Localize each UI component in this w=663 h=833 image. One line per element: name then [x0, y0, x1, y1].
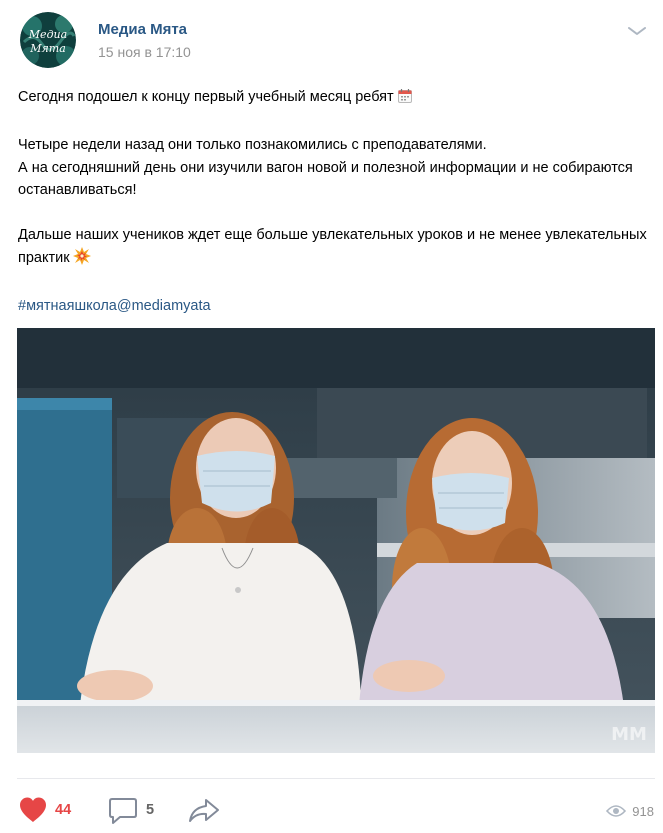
post-date[interactable]: 15 ноя в 17:10	[98, 44, 191, 60]
post-menu-button[interactable]	[625, 22, 649, 40]
like-count: 44	[55, 802, 72, 818]
like-button[interactable]: 44	[18, 795, 82, 825]
comment-count: 5	[146, 802, 155, 818]
svg-text:MM: MM	[611, 724, 647, 745]
hashtag-link[interactable]: #мятнаяшкола@mediamyata	[18, 298, 211, 314]
comment-icon	[109, 798, 137, 824]
community-avatar[interactable]: Медиа Мята	[20, 12, 76, 68]
footer-divider	[17, 778, 655, 779]
avatar-logo: Медиа Мята	[20, 12, 76, 68]
views-counter: 918	[606, 800, 654, 822]
svg-text:Медиа: Медиа	[28, 28, 67, 41]
post-text: Сегодня подошел к концу первый учебный м…	[18, 86, 648, 317]
calendar-emoji-icon	[397, 88, 413, 112]
photo-image: MM	[17, 328, 655, 753]
boom-emoji-icon	[72, 246, 91, 273]
post-card: Медиа Мята Медиа Мята 15 ноя в 17:10 Сег…	[0, 0, 663, 833]
share-button[interactable]	[188, 795, 222, 825]
post-paragraph: А на сегодняшний день они изучили вагон …	[18, 159, 633, 199]
post-paragraph: Сегодня подошел к концу первый учебный м…	[18, 86, 648, 112]
post-paragraph: Дальше наших учеников ждет еще больше ув…	[18, 224, 648, 272]
svg-text:Мята: Мята	[29, 42, 66, 55]
comment-button[interactable]: 5	[108, 795, 162, 825]
post-photo[interactable]: MM	[17, 328, 655, 753]
heart-icon	[20, 797, 46, 822]
chevron-down-icon	[628, 27, 646, 35]
eye-icon	[606, 805, 627, 817]
community-name[interactable]: Медиа Мята	[98, 21, 187, 38]
views-count: 918	[632, 803, 654, 819]
post-paragraph: Четыре недели назад они только познакоми…	[18, 137, 487, 153]
share-icon	[189, 799, 219, 822]
